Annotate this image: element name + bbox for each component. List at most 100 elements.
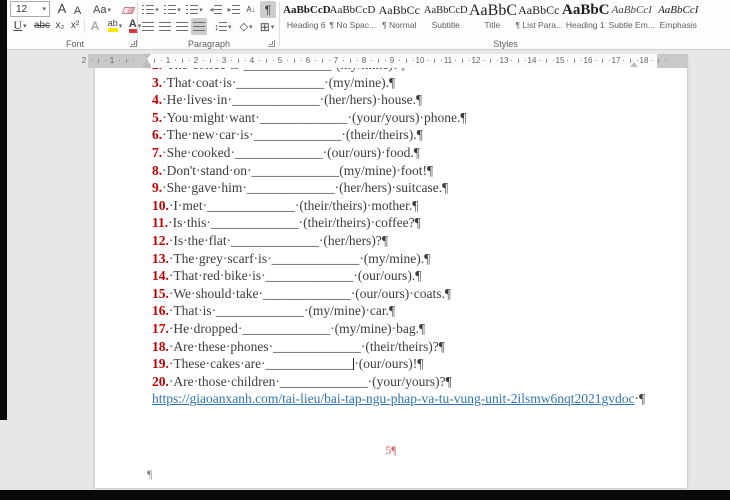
list-number: 17.	[152, 321, 169, 336]
sort-button[interactable]: A↓	[243, 1, 259, 18]
style-card[interactable]: AaBbCcDd ¶ No Spac...	[330, 2, 377, 36]
pilcrow-mark: ¶	[412, 198, 418, 213]
borders-icon: ⊞	[260, 20, 270, 34]
document-page[interactable]: 2.·The·coffee·is·_____________·(my/mine)…	[95, 60, 687, 488]
pilcrow-mark: ¶	[427, 163, 433, 178]
hint-text: ·(our/ours)!	[354, 356, 417, 371]
exercise-line[interactable]: 8.·Don't·stand·on·_____________(my/mine)…	[152, 162, 683, 180]
align-right-button[interactable]	[174, 18, 190, 35]
style-card[interactable]: AaBbCcI Emphasis	[655, 2, 702, 36]
ruler-number: 10	[416, 56, 425, 65]
exercise-line[interactable]: 3.·That·coat·is·_____________·(my/mine).…	[152, 74, 683, 92]
exercise-line[interactable]: 20.·Are·those·children·_____________·(yo…	[152, 373, 683, 391]
style-card[interactable]: AaBbCcD Subtitle	[423, 2, 470, 36]
superscript-button[interactable]: x²	[68, 17, 82, 34]
exercise-line[interactable]: 10.·I·met·_____________·(their/theirs)·m…	[152, 197, 683, 215]
styles-group-label: Styles	[283, 39, 728, 49]
pilcrow-mark: ¶	[419, 321, 425, 336]
subscript-button[interactable]: x₂	[53, 17, 67, 34]
right-indent-marker[interactable]	[630, 62, 639, 67]
sentence-text: ·Is·this·	[168, 215, 211, 230]
change-case-icon: Aa	[93, 4, 106, 16]
sentence-text: ·He·dropped·	[169, 321, 242, 336]
exercise-line[interactable]: 16.·That·is·_____________·(my/mine)·car.…	[152, 302, 683, 320]
style-card[interactable]: AaBbCcI Subtle Em...	[609, 2, 656, 36]
ruler-number: 18	[640, 56, 649, 65]
style-card[interactable]: AaBbCc ¶ Normal	[376, 2, 423, 36]
answer-blank: _____________	[211, 215, 299, 230]
chevron-down-icon: ▾	[119, 22, 123, 30]
exercise-line[interactable]: 15.·We·should·take·_____________·(our/ou…	[152, 285, 683, 303]
multilevel-list-button[interactable]: ▾	[184, 1, 205, 18]
exercise-line[interactable]: 19.·These·cakes·are·_____________·(our/o…	[152, 355, 683, 373]
exercise-line[interactable]: 14.·That·red·bike·is·_____________·(our/…	[152, 267, 683, 285]
horizontal-ruler[interactable]: 21 123456789101112131415161718	[88, 54, 688, 68]
pilcrow-mark: ¶	[639, 391, 645, 406]
exercise-line[interactable]: 13.·The·grey·scarf·is·_____________·(my/…	[152, 250, 683, 268]
pilcrow-mark: ¶	[446, 374, 452, 389]
strikethrough-button[interactable]: abc	[32, 17, 52, 34]
underline-button[interactable]: U▾	[10, 17, 30, 34]
window-bottom-edge	[0, 490, 730, 500]
hyperlink[interactable]: https://giaoanxanh.com/tai-lieu/bai-tap-…	[152, 391, 635, 406]
align-right-icon	[176, 22, 188, 31]
grow-font-button[interactable]: A	[55, 0, 69, 17]
exercise-line[interactable]: 9.·She·gave·him·_____________·(her/hers)…	[152, 179, 683, 197]
list-number: 20.	[152, 374, 169, 389]
bullets-button[interactable]: ▾	[140, 1, 161, 18]
align-left-button[interactable]	[140, 18, 156, 35]
window-left-edge	[0, 0, 7, 420]
align-left-icon	[142, 22, 154, 31]
show-formatting-button[interactable]: ¶	[260, 1, 276, 18]
list-number: 8.	[152, 163, 162, 178]
ruler-number: 3	[222, 56, 226, 65]
ruler-number: 7	[334, 56, 338, 65]
ruler-number: 9	[390, 56, 394, 65]
exercise-line[interactable]: 11.·Is·this·_____________·(their/theirs)…	[152, 214, 683, 232]
hint-text: ·(my/mine).	[324, 75, 389, 90]
eraser-icon	[121, 7, 135, 14]
ruler-number: 4	[250, 56, 254, 65]
style-card[interactable]: AaBbC Title	[469, 2, 516, 36]
align-center-button[interactable]	[157, 18, 173, 35]
borders-button[interactable]: ⊞▾	[257, 18, 277, 35]
shading-button[interactable]: ◇▾	[236, 18, 256, 35]
first-line-indent-marker[interactable]	[143, 54, 152, 59]
sentence-text: ·That·is·	[169, 303, 216, 318]
indent-lines-icon	[214, 5, 222, 14]
line-spacing-button[interactable]: ↕▾	[211, 18, 235, 35]
answer-blank: _____________	[236, 75, 324, 90]
ruler-number: 14	[528, 56, 537, 65]
font-dialog-launcher[interactable]	[130, 40, 137, 47]
text-effects-button[interactable]: A	[87, 17, 103, 34]
exercise-line[interactable]: 17.·He·dropped·_____________·(my/mine)·b…	[152, 320, 683, 338]
change-case-button[interactable]: Aa▾	[90, 1, 114, 18]
highlight-color-button[interactable]: ab▾	[104, 17, 126, 34]
decrease-indent-button[interactable]: ◂	[207, 1, 224, 18]
justify-button[interactable]	[191, 18, 207, 35]
hanging-indent-marker[interactable]	[143, 60, 152, 68]
style-preview: AaBbCc	[516, 2, 563, 19]
style-card[interactable]: AaBbC Heading 1	[562, 2, 609, 36]
increase-indent-button[interactable]: ▸	[225, 1, 242, 18]
hint-text: ·(your/yours)·phone.	[348, 110, 461, 125]
exercise-line[interactable]: 4.·He·lives·in·_____________·(her/hers)·…	[152, 91, 683, 109]
exercise-line[interactable]: 5.·You·might·want·_____________·(your/yo…	[152, 109, 683, 127]
sentence-text: ·We·should·take·	[169, 286, 263, 301]
chevron-down-icon: ▾	[23, 22, 27, 30]
style-card[interactable]: AaBbCcD Heading 6	[283, 2, 330, 36]
style-card[interactable]: AaBbCc ¶ List Para...	[516, 2, 563, 36]
numbering-button[interactable]: ▾	[162, 1, 183, 18]
exercise-line[interactable]: 6.·The·new·car·is·_____________·(their/t…	[152, 126, 683, 144]
font-group-label: Font	[10, 39, 140, 49]
style-name: Heading 1	[562, 20, 609, 30]
hint-text: ·(my/mine)·bag.	[330, 321, 419, 336]
style-preview: AaBbCc	[376, 2, 423, 19]
exercise-line[interactable]: 12.·Is·the·flat·_____________·(her/hers)…	[152, 232, 683, 250]
exercise-line[interactable]: 7.·She·cooked·_____________·(our/ours)·f…	[152, 144, 683, 162]
font-size-combobox[interactable]: 12 ▾	[10, 1, 50, 17]
hint-text: ·(their/theirs)?	[361, 339, 439, 354]
exercise-line[interactable]: 18.·Are·these·phones·_____________·(thei…	[152, 338, 683, 356]
paragraph-dialog-launcher[interactable]	[268, 40, 275, 47]
chevron-down-icon: ▾	[155, 6, 159, 14]
